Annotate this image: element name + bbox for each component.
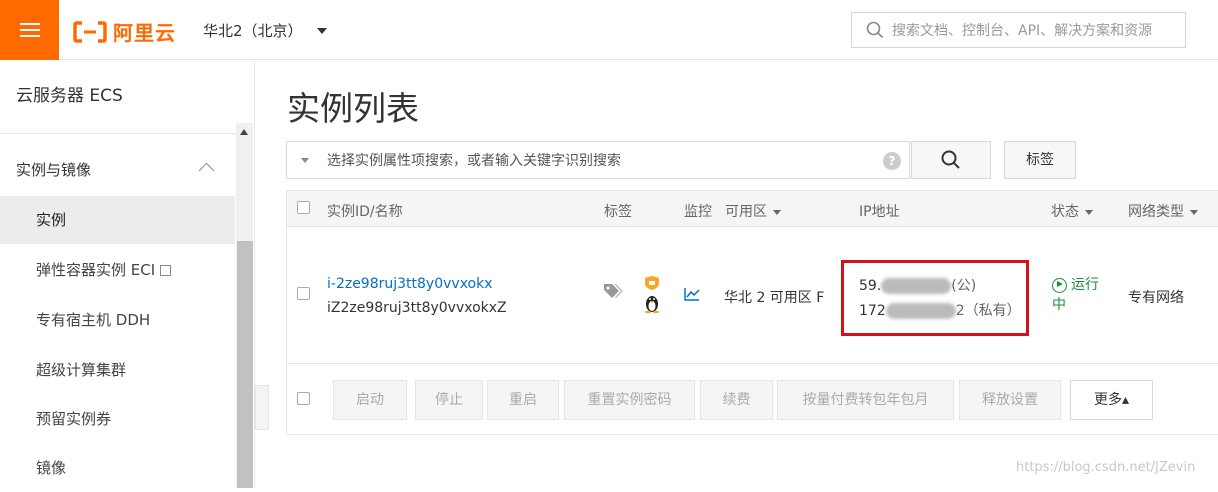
column-header-network[interactable]: 网络类型 bbox=[1128, 201, 1198, 221]
chevron-down-icon[interactable] bbox=[301, 157, 309, 163]
renew-button[interactable]: 续费 bbox=[700, 380, 773, 420]
table-row: i-2ze98ruj3tt8y0vvxokx iZ2ze98ruj3tt8y0v… bbox=[287, 227, 1218, 364]
column-header-tags: 标签 bbox=[604, 204, 632, 220]
security-shield-icon bbox=[645, 276, 659, 290]
ip-highlight-box bbox=[841, 260, 1029, 336]
instance-id-link[interactable]: i-2ze98ruj3tt8y0vvxokx bbox=[327, 276, 493, 292]
aliyun-logo-icon bbox=[73, 20, 107, 43]
page-title: 实例列表 bbox=[287, 89, 419, 128]
external-link-icon bbox=[160, 265, 172, 276]
select-all-checkbox[interactable] bbox=[297, 201, 310, 214]
sidebar-item-eci[interactable]: 弹性容器实例 ECI bbox=[0, 246, 235, 294]
aliyun-logo[interactable]: 阿里云 bbox=[73, 17, 176, 46]
tag-icon[interactable] bbox=[603, 283, 623, 299]
global-search-placeholder: 搜索文档、控制台、API、解决方案和资源 bbox=[892, 23, 1153, 39]
global-search-input[interactable]: 搜索文档、控制台、API、解决方案和资源 bbox=[851, 12, 1186, 48]
region-selector[interactable]: 华北2（北京） bbox=[203, 20, 327, 41]
search-icon bbox=[866, 21, 884, 39]
more-actions-button[interactable]: 更多▴ bbox=[1070, 380, 1153, 420]
sidebar-item-label: 预留实例券 bbox=[36, 410, 112, 428]
instance-name: iZ2ze98ruj3tt8y0vvxokxZ bbox=[327, 300, 507, 316]
start-button[interactable]: 启动 bbox=[333, 380, 407, 420]
sidebar-item-ddh[interactable]: 专有宿主机 DDH bbox=[0, 296, 235, 344]
public-ip: 59. (公) bbox=[859, 278, 977, 294]
help-icon[interactable]: ? bbox=[883, 152, 901, 170]
sidebar-item-reserved[interactable]: 预留实例券 bbox=[0, 395, 235, 443]
running-play-icon bbox=[1052, 277, 1067, 293]
region-label: 华北2（北京） bbox=[203, 22, 303, 40]
brand-name: 阿里云 bbox=[113, 21, 176, 45]
redacted-blur bbox=[881, 278, 952, 294]
linux-penguin-icon bbox=[645, 296, 659, 313]
row-checkbox[interactable] bbox=[297, 287, 310, 300]
zone-value: 华北 2 可用区 F bbox=[724, 290, 825, 306]
instance-table: 实例ID/名称 标签 监控 可用区 IP地址 状态 网络类型 i-2ze98ru… bbox=[286, 190, 1218, 435]
private-ip: 172 2（私有） bbox=[859, 303, 1021, 319]
convert-billing-button[interactable]: 按量付费转包年包月 bbox=[777, 380, 954, 420]
chevron-down-icon bbox=[1190, 209, 1198, 215]
column-header-ip: IP地址 bbox=[859, 204, 900, 220]
hamburger-menu-button[interactable] bbox=[0, 0, 59, 60]
sidebar-item-label: 超级计算集群 bbox=[36, 361, 127, 379]
footer-select-all-checkbox[interactable] bbox=[297, 392, 310, 405]
chevron-down-icon bbox=[316, 27, 327, 34]
sidebar-item-scc[interactable]: 超级计算集群 bbox=[0, 346, 235, 394]
reset-password-button[interactable]: 重置实例密码 bbox=[564, 380, 695, 420]
sidebar-title: 云服务器 ECS bbox=[16, 86, 123, 106]
column-header-monitor: 监控 bbox=[684, 204, 712, 220]
tag-filter-button[interactable]: 标签 bbox=[1004, 141, 1076, 179]
sidebar-collapse-handle[interactable] bbox=[255, 385, 269, 430]
column-header-zone[interactable]: 可用区 bbox=[725, 201, 781, 221]
chevron-down-icon bbox=[1085, 209, 1093, 215]
sidebar-item-label: 弹性容器实例 ECI bbox=[36, 261, 156, 279]
column-header-id-name: 实例ID/名称 bbox=[327, 204, 403, 220]
monitor-chart-icon[interactable] bbox=[684, 287, 700, 301]
network-type-value: 专有网络 bbox=[1128, 290, 1184, 306]
sidebar-item-label: 专有宿主机 DDH bbox=[36, 311, 151, 329]
sidebar-item-label: 镜像 bbox=[36, 459, 67, 477]
chevron-down-icon bbox=[773, 209, 781, 215]
restart-button[interactable]: 重启 bbox=[487, 380, 559, 420]
status-badge: 运行 中 bbox=[1052, 277, 1099, 313]
chevron-up-icon[interactable] bbox=[198, 162, 215, 179]
watermark: https://blog.csdn.net/JZevin bbox=[1016, 460, 1196, 475]
sidebar: 云服务器 ECS 实例与镜像 实例 弹性容器实例 ECI 专有宿主机 DDH 超… bbox=[0, 61, 255, 488]
batch-action-bar: 启动 停止 重启 重置实例密码 续费 按量付费转包年包月 释放设置 更多▴ bbox=[287, 365, 1218, 435]
sidebar-divider bbox=[0, 133, 235, 134]
instance-filter-input[interactable]: 选择实例属性项搜索，或者输入关键字识别搜索 ? bbox=[286, 141, 910, 179]
column-header-status[interactable]: 状态 bbox=[1051, 201, 1093, 221]
redacted-blur bbox=[885, 303, 956, 319]
sidebar-scrollbar-thumb[interactable] bbox=[237, 241, 253, 488]
top-bar: 阿里云 华北2（北京） 搜索文档、控制台、API、解决方案和资源 bbox=[0, 0, 1218, 60]
sidebar-item-label: 实例 bbox=[36, 211, 67, 229]
table-header: 实例ID/名称 标签 监控 可用区 IP地址 状态 网络类型 bbox=[287, 191, 1218, 227]
sidebar-item-instances[interactable]: 实例 bbox=[0, 196, 235, 244]
release-settings-button[interactable]: 释放设置 bbox=[959, 380, 1061, 420]
search-button[interactable] bbox=[911, 141, 991, 179]
search-icon bbox=[941, 150, 960, 169]
filter-placeholder: 选择实例属性项搜索，或者输入关键字识别搜索 bbox=[327, 153, 621, 169]
sidebar-item-images[interactable]: 镜像 bbox=[0, 444, 235, 492]
sidebar-group-instances-images[interactable]: 实例与镜像 bbox=[16, 159, 91, 180]
scroll-up-arrow-icon[interactable] bbox=[240, 129, 248, 135]
stop-button[interactable]: 停止 bbox=[415, 380, 483, 420]
